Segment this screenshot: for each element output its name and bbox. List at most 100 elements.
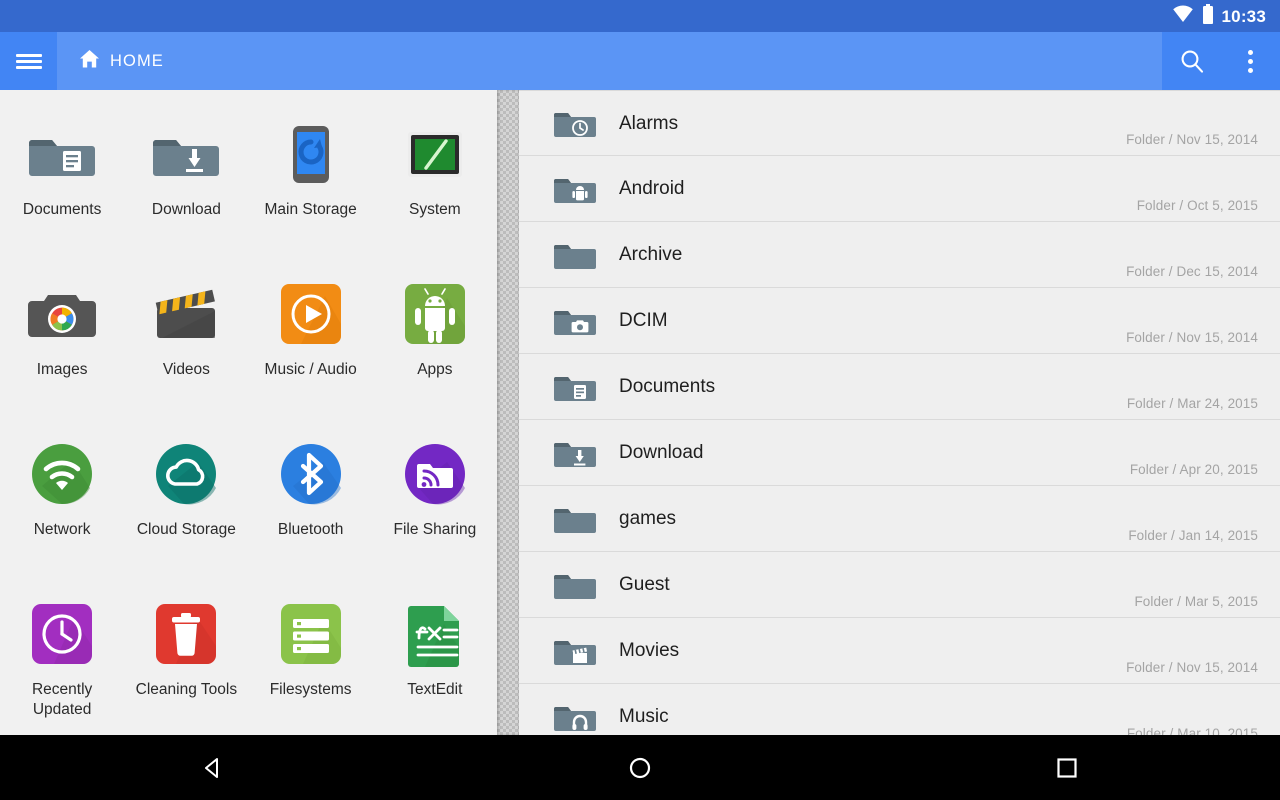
file-meta: Folder / Nov 15, 2014: [1126, 330, 1258, 345]
shortcut-label: Apps: [417, 361, 453, 378]
folder-alarms-icon: [552, 100, 598, 146]
play-music-icon: [275, 278, 347, 350]
folder-camera-icon: [552, 298, 598, 344]
table-row[interactable]: Guest Folder / Mar 5, 2015: [519, 552, 1280, 618]
shortcut-network[interactable]: Network: [0, 424, 124, 584]
shortcut-bluetooth[interactable]: Bluetooth: [249, 424, 373, 584]
shortcut-filesystems[interactable]: Filesystems: [249, 584, 373, 735]
breadcrumb[interactable]: HOME: [57, 32, 1162, 90]
shortcut-system[interactable]: System: [373, 104, 497, 264]
shortcut-label: Cleaning Tools: [135, 681, 238, 698]
folder-download-icon: [150, 118, 222, 190]
shortcut-label: TextEdit: [407, 681, 463, 698]
table-row[interactable]: DCIM Folder / Nov 15, 2014: [519, 288, 1280, 354]
shortcut-label: Documents: [22, 201, 102, 218]
shortcut-label: Cloud Storage: [136, 521, 236, 538]
file-manager-app: 10:33 HOME Documents Download Main Stora…: [0, 0, 1280, 800]
status-bar: 10:33: [0, 0, 1280, 32]
wifi-icon: [1172, 5, 1194, 28]
file-meta: Folder / Jan 14, 2015: [1128, 528, 1258, 543]
nav-back-icon[interactable]: [178, 735, 248, 800]
shortcut-cleaning-tools[interactable]: Cleaning Tools: [124, 584, 248, 735]
table-row[interactable]: Archive Folder / Dec 15, 2014: [519, 222, 1280, 288]
folder-documents-icon: [26, 118, 98, 190]
file-name: Music: [619, 706, 669, 727]
shortcut-music-audio[interactable]: Music / Audio: [249, 264, 373, 424]
folder-download-icon: [552, 430, 598, 476]
shortcut-download[interactable]: Download: [124, 104, 248, 264]
shortcut-label: Recently Updated: [31, 681, 93, 718]
file-list-panel: Alarms Folder / Nov 15, 2014 Android Fol…: [519, 90, 1280, 735]
hamburger-menu-icon[interactable]: [0, 32, 57, 90]
shortcut-label: Music / Audio: [264, 361, 357, 378]
shortcut-label: Videos: [162, 361, 210, 378]
folder-android-icon: [552, 166, 598, 212]
folder-plain-icon: [552, 232, 598, 278]
shortcut-documents[interactable]: Documents: [0, 104, 124, 264]
trash-cleaning-icon: [150, 598, 222, 670]
shortcut-label: Network: [33, 521, 91, 538]
overflow-menu-icon[interactable]: [1229, 39, 1273, 83]
table-row[interactable]: Movies Folder / Nov 15, 2014: [519, 618, 1280, 684]
file-name: DCIM: [619, 310, 668, 331]
shortcut-label: Images: [36, 361, 88, 378]
table-row[interactable]: Android Folder / Oct 5, 2015: [519, 156, 1280, 222]
file-name: Documents: [619, 376, 716, 397]
wifi-network-icon: [26, 438, 98, 510]
file-meta: Folder / Mar 10, 2015: [1126, 726, 1258, 735]
file-name: Movies: [619, 640, 680, 661]
shortcut-label: Main Storage: [264, 201, 357, 218]
shortcut-label: File Sharing: [393, 521, 477, 538]
shortcut-cloud-storage[interactable]: Cloud Storage: [124, 424, 248, 584]
file-name: Alarms: [619, 112, 679, 134]
home-icon: [79, 49, 100, 74]
search-icon[interactable]: [1170, 39, 1214, 83]
shortcuts-panel: Documents Download Main Storage System I…: [0, 90, 497, 735]
table-row[interactable]: Documents Folder / Mar 24, 2015: [519, 354, 1280, 420]
shortcut-images[interactable]: Images: [0, 264, 124, 424]
folder-movies-icon: [552, 628, 598, 674]
shortcut-recently-updated[interactable]: Recently Updated: [0, 584, 124, 735]
shortcut-label: Download: [151, 201, 221, 218]
shortcut-textedit[interactable]: TextEdit: [373, 584, 497, 735]
panel-splitter-handle[interactable]: [497, 90, 519, 735]
nav-recents-icon[interactable]: [1032, 735, 1102, 800]
folder-documents-icon: [552, 364, 598, 410]
file-sharing-icon: [399, 438, 471, 510]
battery-icon: [1202, 3, 1214, 29]
table-row[interactable]: Music Folder / Mar 10, 2015: [519, 684, 1280, 735]
toolbar-actions: [1162, 32, 1280, 90]
terminal-root-icon: [399, 118, 471, 190]
shortcut-label: Filesystems: [269, 681, 352, 698]
android-navigation-bar: [0, 735, 1280, 800]
table-row[interactable]: Download Folder / Apr 20, 2015: [519, 420, 1280, 486]
shortcut-apps[interactable]: Apps: [373, 264, 497, 424]
folder-plain-icon: [552, 562, 598, 608]
bluetooth-icon: [275, 438, 347, 510]
file-meta: Folder / Dec 15, 2014: [1126, 264, 1258, 279]
shortcut-file-sharing[interactable]: File Sharing: [373, 424, 497, 584]
textedit-document-icon: [399, 598, 471, 670]
shortcut-main-storage[interactable]: Main Storage: [249, 104, 373, 264]
folder-plain-icon: [552, 496, 598, 542]
device-storage-icon: [275, 118, 347, 190]
nav-home-icon[interactable]: [605, 735, 675, 800]
camera-images-icon: [26, 278, 98, 350]
shortcut-videos[interactable]: Videos: [124, 264, 248, 424]
file-name: Archive: [619, 244, 683, 265]
android-apps-icon: [399, 278, 471, 350]
table-row[interactable]: games Folder / Jan 14, 2015: [519, 486, 1280, 552]
folder-music-icon: [552, 694, 598, 736]
clock-recent-icon: [26, 598, 98, 670]
table-row[interactable]: Alarms Folder / Nov 15, 2014: [519, 90, 1280, 156]
file-meta: Folder / Apr 20, 2015: [1129, 462, 1258, 477]
filesystems-list-icon: [275, 598, 347, 670]
file-name: Guest: [619, 574, 670, 595]
shortcut-label: System: [409, 201, 461, 218]
status-time: 10:33: [1221, 6, 1266, 26]
file-name: games: [619, 508, 677, 529]
clapperboard-videos-icon: [150, 278, 222, 350]
shortcut-label: Bluetooth: [277, 521, 344, 538]
file-meta: Folder / Nov 15, 2014: [1126, 132, 1258, 147]
breadcrumb-label: HOME: [110, 51, 164, 70]
